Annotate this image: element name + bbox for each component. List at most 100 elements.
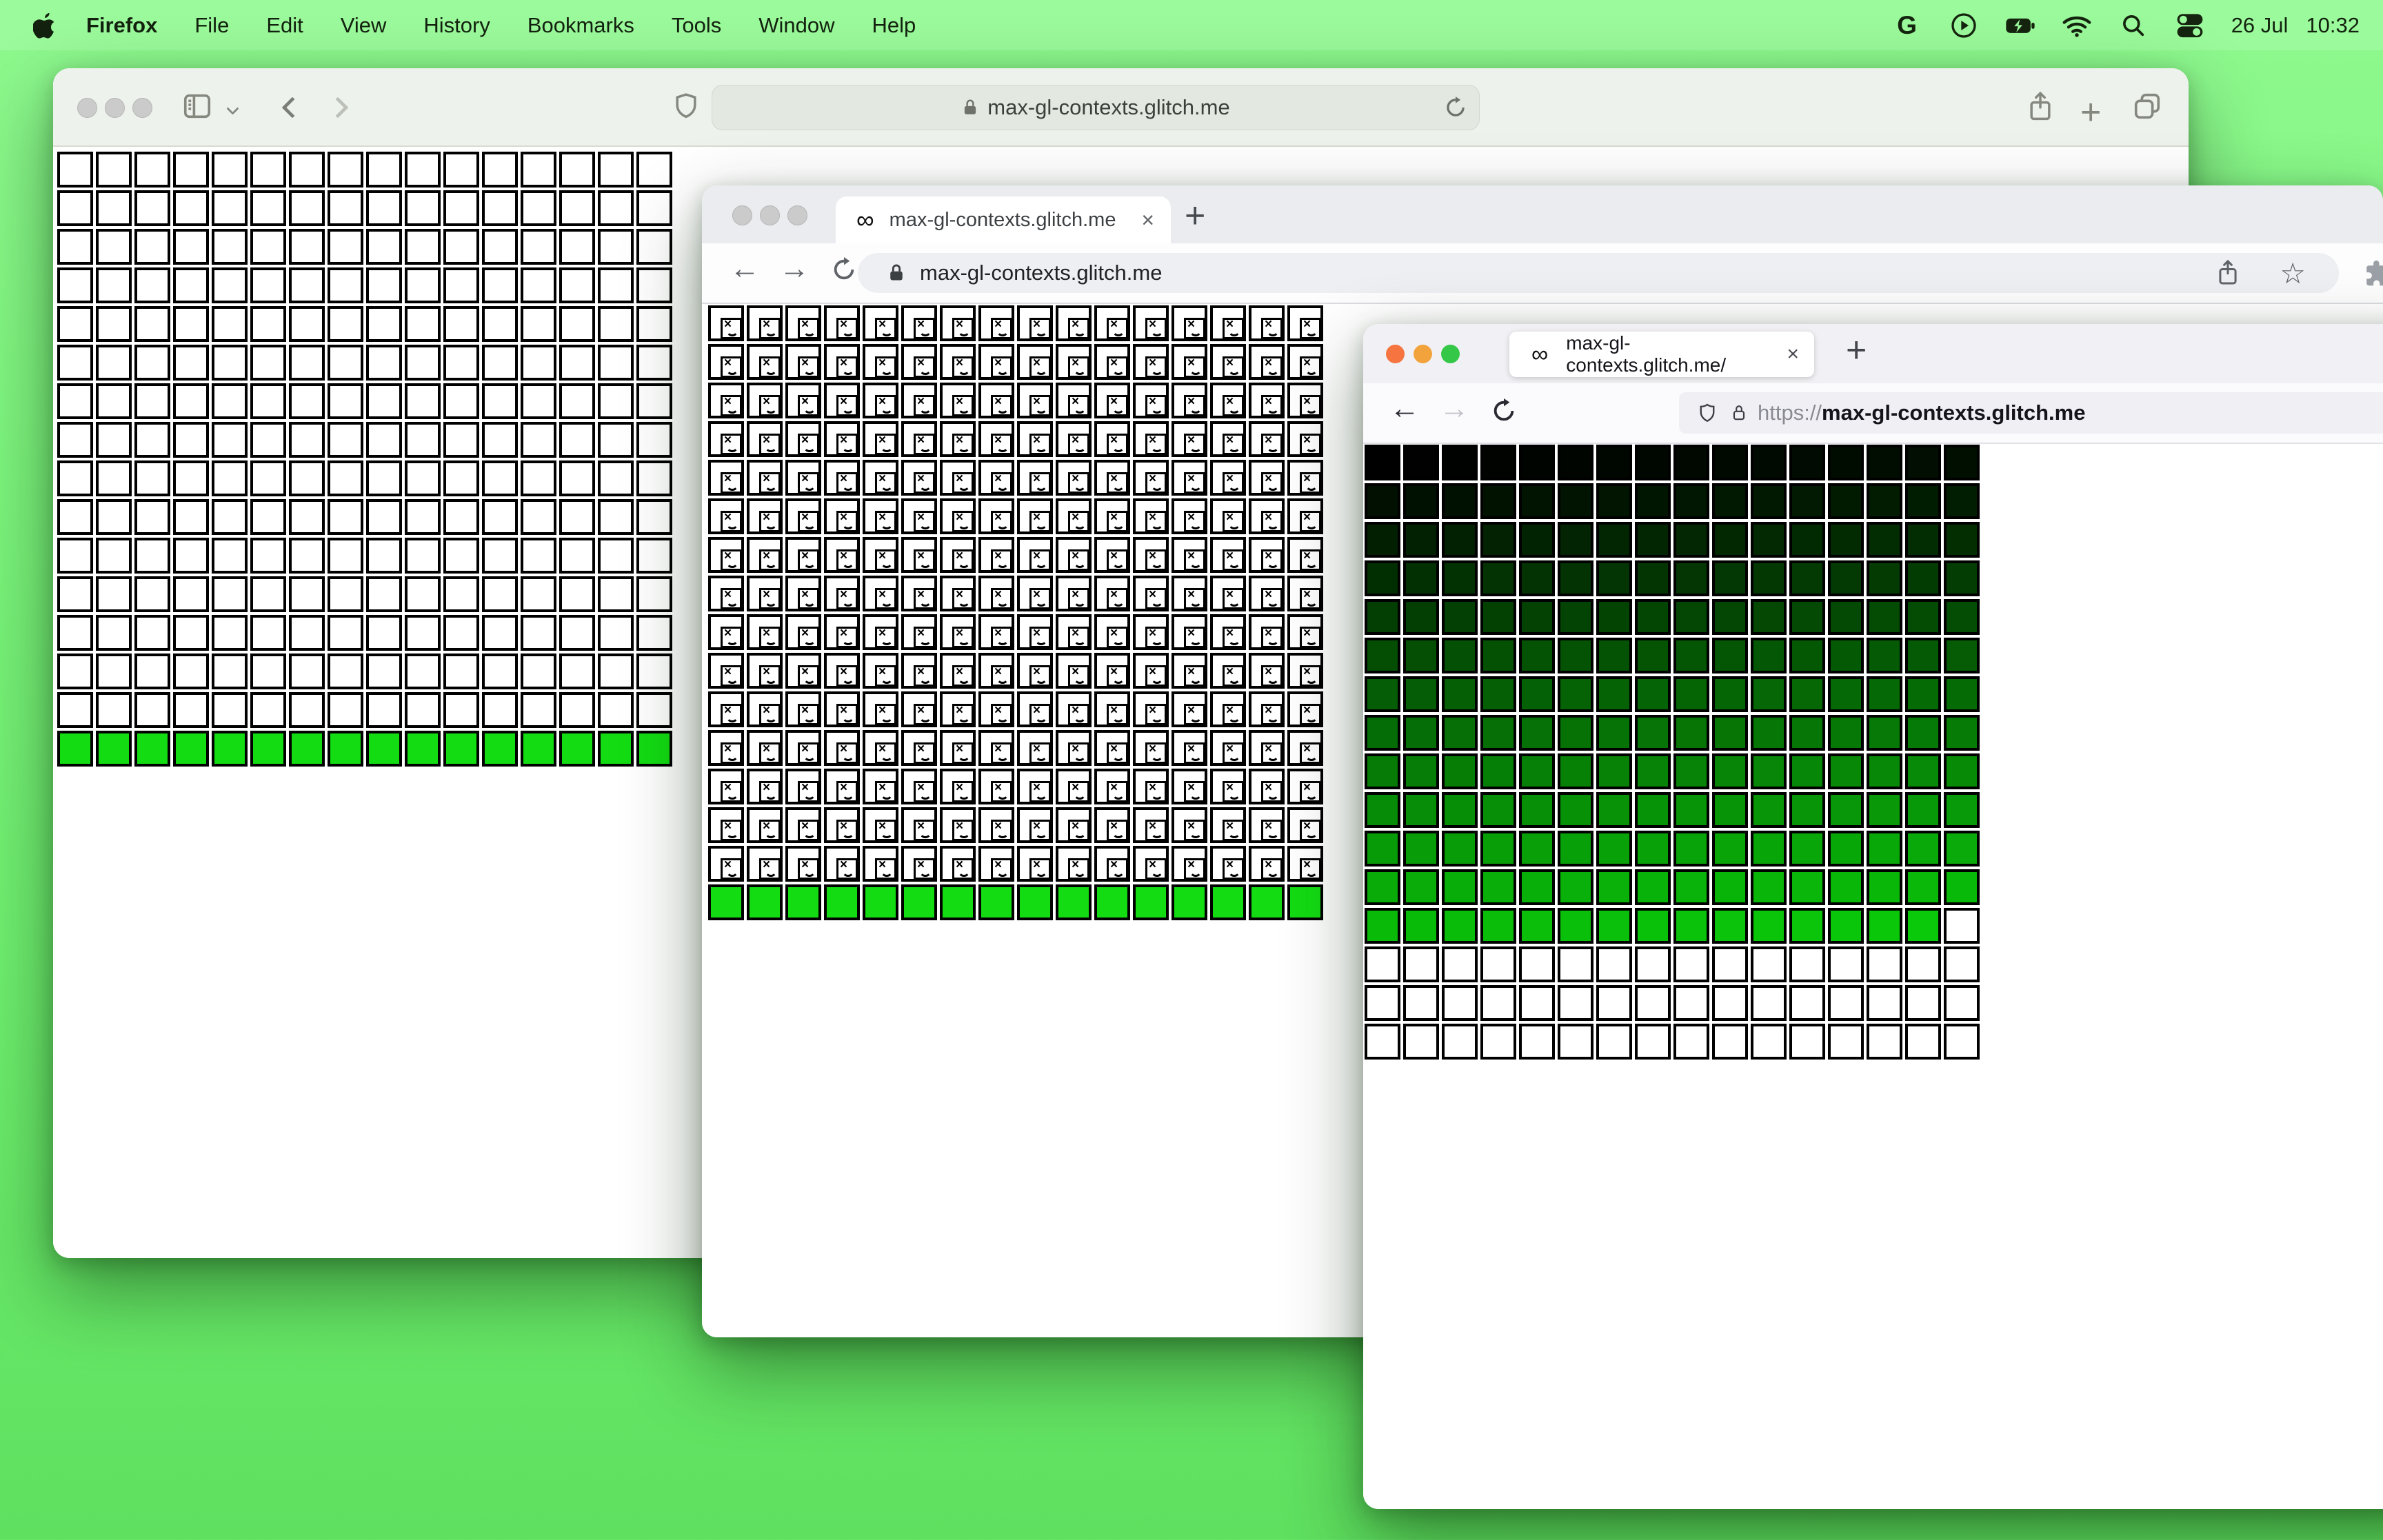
broken-image-icon: × [875, 356, 896, 378]
gl-canvas-cell [443, 576, 479, 612]
broken-image-icon: × [759, 549, 781, 571]
broken-image-icon: × [1261, 433, 1283, 455]
gl-canvas-cell [1751, 483, 1787, 519]
forward-icon[interactable] [327, 97, 349, 119]
gl-canvas-cell [1789, 753, 1825, 789]
broken-image-icon: × [1145, 819, 1167, 841]
gl-canvas-cell [212, 731, 248, 767]
gl-canvas-cell [1751, 638, 1787, 673]
reload-icon[interactable] [830, 256, 858, 283]
chrome-active-tab[interactable]: ∞ max-gl-contexts.glitch.me × [836, 196, 1171, 243]
battery-charging-icon[interactable] [2005, 10, 2035, 41]
broken-image-icon: × [1300, 587, 1321, 609]
gl-canvas-cell [250, 731, 286, 767]
new-tab-icon[interactable]: + [2080, 92, 2101, 133]
broken-image-icon: × [836, 742, 858, 764]
forward-icon[interactable]: → [779, 252, 810, 286]
new-tab-button[interactable]: + [1185, 195, 1205, 236]
shield-icon[interactable] [671, 90, 701, 122]
close-button[interactable] [1386, 345, 1405, 363]
broken-image-icon: × [991, 780, 1012, 802]
menu-bar-clock[interactable]: 26 Jul 10:32 [2231, 13, 2360, 38]
firefox-active-tab[interactable]: ∞ max-gl-contexts.glitch.me/ × [1509, 332, 1814, 377]
gl-canvas-cell [250, 152, 286, 188]
menu-item-file[interactable]: File [176, 13, 248, 37]
gl-canvas-cell: × [1017, 807, 1053, 843]
close-button[interactable] [77, 98, 97, 118]
firefox-address-bar[interactable]: https://max-gl-contexts.glitch.me [1679, 392, 2383, 434]
gl-canvas-cell: × [1287, 344, 1323, 380]
gl-canvas-cell [212, 460, 248, 496]
zoom-button[interactable] [132, 98, 152, 118]
gl-canvas-cell [1635, 1024, 1671, 1060]
menu-item-edit[interactable]: Edit [248, 13, 321, 37]
menu-item-window[interactable]: Window [740, 13, 853, 37]
gl-canvas-cell [1751, 445, 1787, 480]
gl-canvas-cell [1056, 884, 1092, 920]
gl-canvas-cell [289, 615, 325, 651]
wifi-icon[interactable] [2062, 10, 2092, 41]
gl-canvas-cell [482, 345, 518, 381]
gl-canvas-cell [1751, 908, 1787, 944]
gl-canvas-cell [250, 654, 286, 689]
menu-item-tools[interactable]: Tools [653, 13, 740, 37]
gl-canvas-cell: × [1056, 846, 1092, 882]
tab-close-icon[interactable]: × [1141, 207, 1154, 233]
reload-icon[interactable] [1443, 95, 1468, 120]
broken-image-icon: × [991, 819, 1012, 841]
gl-canvas-cell [1867, 1024, 1902, 1060]
menu-item-bookmarks[interactable]: Bookmarks [509, 13, 653, 37]
broken-image-icon: × [798, 394, 819, 416]
menu-item-history[interactable]: History [405, 13, 508, 37]
sidebar-icon[interactable] [181, 90, 213, 122]
minimize-button[interactable] [105, 98, 125, 118]
extensions-puzzle-icon[interactable] [2362, 259, 2383, 289]
menu-item-firefox[interactable]: Firefox [68, 13, 176, 37]
gl-canvas-cell [1480, 560, 1516, 596]
share-icon[interactable] [2215, 259, 2241, 287]
menu-bar-date: 26 Jul [2231, 12, 2289, 37]
safari-address-bar[interactable]: max-gl-contexts.glitch.me [712, 85, 1480, 130]
back-icon[interactable]: ← [1389, 392, 1420, 426]
gl-canvas-cell [1596, 985, 1632, 1021]
reload-icon[interactable] [1490, 397, 1518, 425]
gl-canvas-cell [1635, 869, 1671, 905]
gl-canvas-cell: × [1056, 769, 1092, 804]
minimize-button[interactable] [760, 205, 780, 225]
gl-canvas-cell: × [1210, 344, 1246, 380]
menu-item-view[interactable]: View [322, 13, 405, 37]
broken-image-icon: × [991, 626, 1012, 648]
minimize-button[interactable] [1414, 345, 1432, 363]
control-center-icon[interactable] [2175, 10, 2205, 41]
gl-canvas-cell [559, 615, 595, 651]
back-icon[interactable] [281, 97, 303, 119]
back-icon[interactable]: ← [730, 252, 760, 286]
gl-canvas-cell: × [1172, 576, 1207, 611]
apple-menu-icon[interactable] [29, 12, 61, 39]
play-circle-icon[interactable] [1949, 10, 1979, 41]
bookmark-star-icon[interactable]: ☆ [2280, 256, 2306, 290]
google-g-icon[interactable]: G [1892, 10, 1922, 41]
tab-overview-icon[interactable] [2131, 90, 2163, 122]
gl-canvas-cell [1905, 715, 1941, 751]
gl-canvas-cell [1944, 445, 1980, 480]
chrome-address-bar[interactable]: max-gl-contexts.glitch.me ☆ [858, 253, 2339, 293]
broken-image-icon: × [1145, 356, 1167, 378]
sidebar-chevron-down-icon[interactable] [226, 102, 239, 115]
tab-close-icon[interactable]: × [1787, 343, 1799, 366]
gl-canvas-cell [96, 306, 132, 342]
gl-canvas-cell: × [863, 344, 898, 380]
close-button[interactable] [732, 205, 752, 225]
search-icon[interactable] [2118, 10, 2149, 41]
zoom-button[interactable] [1441, 345, 1460, 363]
broken-image-icon: × [952, 780, 974, 802]
broken-image-icon: × [1261, 356, 1283, 378]
share-icon[interactable] [2025, 90, 2055, 123]
broken-image-icon: × [1261, 626, 1283, 648]
gl-canvas-cell [1596, 638, 1632, 673]
new-tab-button[interactable]: + [1846, 330, 1867, 371]
menu-item-help[interactable]: Help [854, 13, 935, 37]
broken-image-icon: × [721, 587, 742, 609]
forward-icon[interactable]: → [1439, 392, 1469, 426]
zoom-button[interactable] [787, 205, 807, 225]
